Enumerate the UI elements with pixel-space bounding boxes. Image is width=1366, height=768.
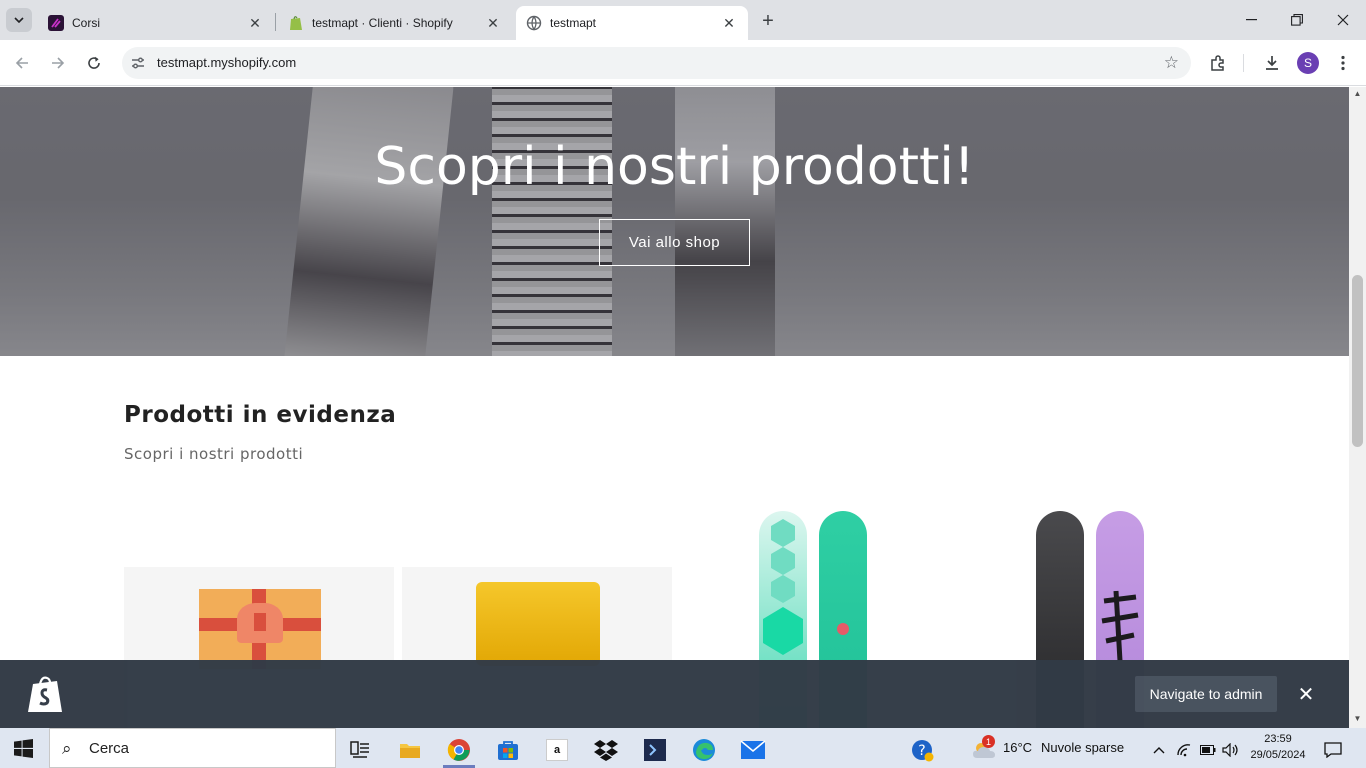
dropbox-icon[interactable] (586, 732, 626, 768)
close-window-button[interactable] (1320, 0, 1366, 40)
scroll-up-icon[interactable]: ▲ (1352, 89, 1363, 99)
mail-icon[interactable] (733, 732, 773, 768)
extensions-icon[interactable] (1207, 52, 1229, 74)
address-bar[interactable]: testmapt.myshopify.com ☆ (122, 47, 1191, 79)
file-explorer-icon[interactable] (390, 732, 430, 768)
hero-banner: Scopri i nostri prodotti! Vai allo shop (0, 87, 1349, 356)
web-page: Scopri i nostri prodotti! Vai allo shop … (0, 87, 1349, 728)
new-tab-button[interactable]: + (756, 9, 780, 33)
arrow-right-icon (52, 57, 65, 69)
chrome-icon[interactable] (439, 732, 479, 768)
profile-avatar[interactable]: S (1297, 52, 1319, 74)
navigate-to-admin-button[interactable]: Navigate to admin (1135, 676, 1277, 712)
windows-taskbar: ⌕ Cerca a ? 1 16°C Nuvole sparse 23:59 2… (0, 728, 1366, 768)
close-icon[interactable]: ✕ (1295, 683, 1317, 706)
back-button[interactable] (10, 51, 34, 75)
tab-title: testmapt (550, 16, 597, 30)
help-icon[interactable]: ? (902, 732, 942, 768)
globe-icon (526, 15, 542, 31)
minimize-icon (1245, 19, 1257, 21)
windows-start-icon[interactable] (14, 739, 33, 758)
restore-icon (1291, 14, 1303, 26)
close-tab-icon[interactable]: ✕ (484, 14, 502, 32)
site-info-icon[interactable] (130, 55, 146, 71)
toolbar-divider (1243, 54, 1244, 72)
amazon-icon[interactable]: a (537, 732, 577, 768)
chevron-down-icon (14, 17, 24, 23)
page-scrollbar[interactable]: ▲ ▼ (1349, 87, 1366, 728)
close-tab-icon[interactable]: ✕ (720, 14, 738, 32)
shopify-bag-icon[interactable] (27, 675, 63, 713)
url-text: testmapt.myshopify.com (157, 55, 297, 70)
bookmark-star-icon[interactable]: ☆ (1164, 53, 1179, 73)
tab-testmapt[interactable]: testmapt ✕ (516, 6, 748, 40)
section-subtitle: Scopri i nostri prodotti (124, 445, 304, 463)
temperature[interactable]: 16°C (1003, 740, 1032, 755)
gift-box-image (199, 589, 321, 669)
notification-icon[interactable] (1313, 732, 1353, 768)
more-menu-icon[interactable] (1332, 52, 1354, 74)
clock-date: 29/05/2024 (1250, 749, 1306, 761)
taskbar-search[interactable]: ⌕ Cerca (49, 728, 336, 768)
tab-corsi[interactable]: Corsi ✕ (38, 6, 274, 40)
shop-now-button[interactable]: Vai allo shop (599, 219, 750, 266)
restore-button[interactable] (1274, 0, 1320, 40)
reload-icon (88, 56, 100, 69)
tab-shopify-clienti[interactable]: testmapt · Clienti · Shopify ✕ (278, 6, 512, 40)
clock-time: 23:59 (1264, 733, 1292, 745)
close-icon (1337, 14, 1349, 26)
powershell-icon[interactable] (635, 732, 675, 768)
corsi-favicon-icon (48, 15, 64, 31)
weather-description[interactable]: Nuvole sparse (1041, 740, 1124, 755)
wax-bar-image (476, 582, 600, 666)
download-icon[interactable] (1261, 52, 1283, 74)
hero-title: Scopri i nostri prodotti! (374, 137, 975, 197)
system-clock[interactable]: 23:59 29/05/2024 (1250, 731, 1306, 763)
shopify-favicon-icon (288, 15, 304, 31)
close-tab-icon[interactable]: ✕ (246, 14, 264, 32)
shopify-admin-bar: Navigate to admin ✕ (0, 660, 1349, 728)
search-icon: ⌕ (62, 739, 72, 758)
browser-toolbar: testmapt.myshopify.com ☆ S (0, 40, 1366, 86)
tab-search-button[interactable] (6, 8, 32, 32)
reload-button[interactable] (82, 51, 106, 75)
weather-alert-badge: 1 (982, 735, 995, 748)
section-title: Prodotti in evidenza (124, 402, 397, 428)
minimize-button[interactable] (1228, 0, 1274, 40)
tab-title: Corsi (72, 16, 101, 30)
volume-icon[interactable] (1211, 732, 1251, 768)
forward-button[interactable] (46, 51, 70, 75)
tab-divider (275, 13, 276, 31)
scroll-down-icon[interactable]: ▼ (1352, 714, 1363, 724)
microsoft-store-icon[interactable] (488, 732, 528, 768)
tab-strip: Corsi ✕ testmapt · Clienti · Shopify ✕ t… (0, 0, 1366, 40)
task-view-icon[interactable] (340, 732, 380, 768)
edge-icon[interactable] (684, 732, 724, 768)
scroll-thumb[interactable] (1352, 275, 1363, 447)
search-placeholder: Cerca (89, 740, 130, 757)
tab-title: testmapt · Clienti · Shopify (312, 16, 453, 30)
arrow-left-icon (15, 57, 28, 69)
